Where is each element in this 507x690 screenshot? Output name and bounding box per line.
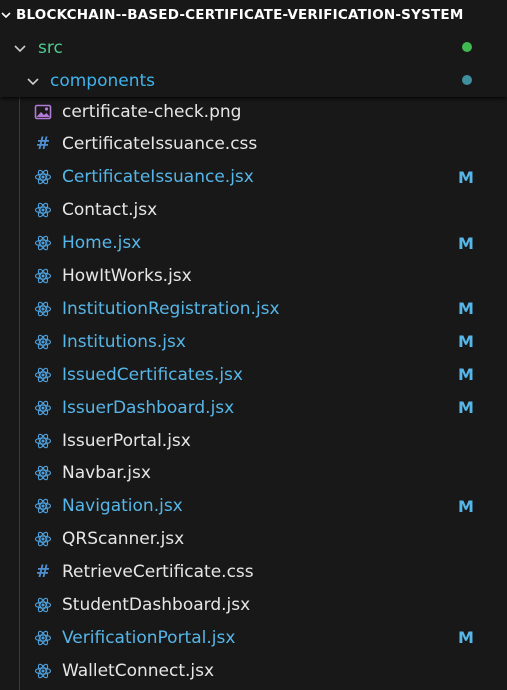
project-title: BLOCKCHAIN--BASED-CERTIFICATE-VERIFICATI… [16, 7, 464, 23]
file-row[interactable]: Contact.jsx [0, 194, 507, 227]
react-icon [33, 595, 53, 615]
file-row[interactable]: IssuedCertificates.jsx M [0, 358, 507, 391]
file-row[interactable]: # RetrieveCertificate.css [0, 556, 507, 589]
git-modified-badge: M [458, 299, 474, 319]
file-row[interactable]: HowItWorks.jsx [0, 260, 507, 293]
file-name: IssuedCertificates.jsx [62, 364, 243, 385]
file-name: Home.jsx [62, 233, 142, 254]
project-section-header[interactable]: BLOCKCHAIN--BASED-CERTIFICATE-VERIFICATI… [0, 0, 507, 30]
git-modified-badge: M [458, 628, 474, 648]
folder-label-src: src [38, 37, 63, 58]
file-name: certificate-check.png [62, 101, 242, 122]
file-name: HowItWorks.jsx [62, 266, 192, 286]
chevron-down-icon[interactable] [25, 73, 41, 89]
react-icon [33, 529, 53, 549]
file-row[interactable]: InstitutionRegistration.jsx M [0, 292, 507, 325]
file-name: QRScanner.jsx [62, 529, 185, 550]
css-hash-icon: # [35, 134, 51, 155]
react-icon [33, 463, 53, 483]
file-name: IssuerPortal.jsx [62, 430, 191, 451]
file-row[interactable]: QRScanner.jsx [0, 523, 507, 556]
file-name: RetrieveCertificate.css [62, 562, 254, 583]
react-icon [33, 365, 53, 385]
file-name: StudentDashboard.jsx [62, 595, 251, 615]
react-icon [33, 299, 53, 319]
react-icon [33, 167, 53, 187]
folder-label-components: components [50, 70, 156, 91]
react-icon [33, 496, 53, 516]
file-name: Institutions.jsx [62, 331, 186, 352]
folder-components[interactable]: components [0, 64, 507, 97]
chevron-down-icon[interactable] [12, 40, 28, 56]
react-icon [33, 332, 53, 352]
react-icon [33, 661, 53, 681]
react-icon [33, 200, 53, 220]
file-name: VerificationPortal.jsx [62, 627, 236, 648]
file-row[interactable]: CertificateIssuance.jsx M [0, 161, 507, 194]
file-name: IssuerDashboard.jsx [62, 397, 235, 418]
file-row[interactable]: Institutions.jsx M [0, 325, 507, 358]
chevron-down-icon[interactable] [0, 0, 16, 30]
file-row[interactable]: VerificationPortal.jsx M [0, 621, 507, 654]
image-icon [33, 102, 53, 122]
explorer-panel: BLOCKCHAIN--BASED-CERTIFICATE-VERIFICATI… [0, 0, 507, 690]
react-icon [33, 431, 53, 451]
file-name: Navigation.jsx [62, 496, 183, 517]
git-modified-badge: M [458, 233, 474, 253]
file-row[interactable]: IssuerDashboard.jsx M [0, 391, 507, 424]
git-status-dot [462, 75, 472, 85]
react-icon [33, 266, 53, 286]
css-hash-icon: # [35, 562, 51, 583]
react-icon [33, 628, 53, 648]
file-name: Navbar.jsx [62, 463, 151, 484]
file-name: CertificateIssuance.jsx [62, 167, 254, 188]
file-row[interactable]: IssuerPortal.jsx [0, 424, 507, 457]
file-name: Contact.jsx [62, 200, 158, 221]
folder-src[interactable]: src [0, 31, 507, 64]
file-row[interactable]: StudentDashboard.jsx [0, 589, 507, 622]
git-status-dot [462, 42, 472, 52]
git-modified-badge: M [458, 496, 474, 516]
file-row[interactable]: # CertificateIssuance.css [0, 128, 507, 161]
react-icon [33, 398, 53, 418]
file-name: InstitutionRegistration.jsx [62, 298, 280, 319]
file-name: CertificateIssuance.css [62, 134, 258, 155]
git-modified-badge: M [458, 398, 474, 418]
git-modified-badge: M [458, 332, 474, 352]
file-row[interactable]: Home.jsx M [0, 227, 507, 260]
file-row[interactable]: Navbar.jsx [0, 457, 507, 490]
react-icon [33, 233, 53, 253]
file-row[interactable]: Navigation.jsx M [0, 490, 507, 523]
file-row[interactable]: WalletConnect.jsx [0, 654, 507, 687]
file-row[interactable]: certificate-check.png [0, 95, 507, 128]
git-modified-badge: M [458, 365, 474, 385]
git-modified-badge: M [458, 167, 474, 187]
file-name: WalletConnect.jsx [62, 660, 215, 681]
